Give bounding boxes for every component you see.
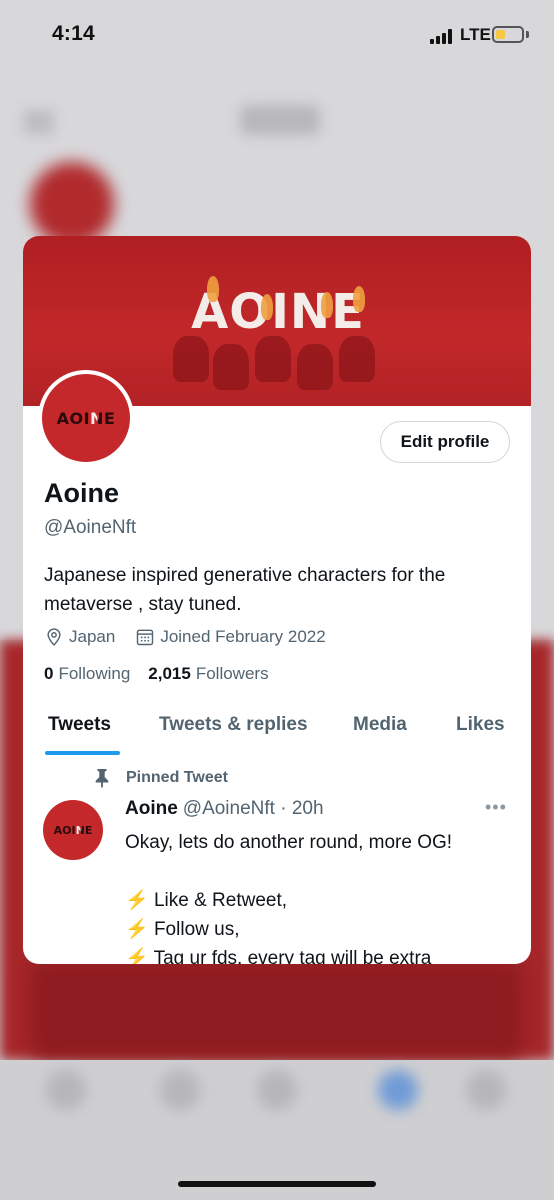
tweet-line: ⚡ Like & Retweet, xyxy=(125,886,515,915)
tweet-text[interactable]: Okay, lets do another round, more OG! ⚡ … xyxy=(125,828,515,964)
background-back-arrow xyxy=(24,110,54,134)
tweet-author-name[interactable]: Aoine xyxy=(125,798,178,820)
flame-icon xyxy=(261,294,273,320)
pinned-tweet-label: Pinned Tweet xyxy=(93,768,228,788)
battery-cap xyxy=(526,31,529,38)
profile-handle: @AoineNft xyxy=(44,517,137,538)
location-item: Japan xyxy=(44,627,115,647)
following-label: Following xyxy=(58,664,131,683)
signal-icon xyxy=(430,28,456,44)
active-tab-indicator xyxy=(45,751,120,755)
tab-media[interactable]: Media xyxy=(353,714,407,736)
location-text: Japan xyxy=(69,627,116,646)
battery-icon xyxy=(492,26,524,43)
background-tab-icon xyxy=(46,1070,86,1110)
following-link[interactable]: 0 Following xyxy=(44,664,130,684)
background-tab-icon xyxy=(257,1070,297,1110)
followers-label: Followers xyxy=(195,664,269,683)
profile-tabs: Tweets Tweets & replies Media Likes xyxy=(23,706,531,755)
following-count: 0 xyxy=(44,664,54,683)
avatar-image: AOINE xyxy=(42,374,130,462)
banner-character-silhouette xyxy=(173,336,209,382)
display-name: Aoine xyxy=(44,478,120,508)
pinned-text: Pinned Tweet xyxy=(126,769,228,786)
background-tab-icon xyxy=(466,1070,506,1110)
banner-character-silhouette xyxy=(255,336,291,382)
calendar-icon xyxy=(137,629,154,646)
flame-icon xyxy=(353,286,365,312)
lightning-icon: ⚡ xyxy=(125,890,149,911)
tweet-line-text: Follow us, xyxy=(153,919,240,940)
edit-profile-button[interactable]: Edit profile xyxy=(380,421,510,463)
background-tab-icon xyxy=(160,1070,200,1110)
tweet-author-meta: @AoineNft · 20h xyxy=(182,798,324,819)
profile-bio: Japanese inspired generative characters … xyxy=(44,565,446,615)
banner-character-silhouette xyxy=(339,336,375,382)
profile-meta: Japan Joined February 2022 xyxy=(44,625,346,649)
tweet-avatar[interactable]: AOINE xyxy=(43,800,103,860)
background-tab-icon xyxy=(378,1070,418,1110)
joined-item: Joined February 2022 xyxy=(135,627,326,647)
tweet-line: ⚡ Follow us, xyxy=(125,915,515,944)
pin-icon xyxy=(95,769,109,788)
profile-preview-card[interactable]: AOINE AOINE Edit profile Aoine @AoineNft… xyxy=(23,236,531,964)
location-pin-icon xyxy=(47,628,61,646)
tweet-line: Okay, lets do another round, more OG! xyxy=(125,832,453,853)
joined-text: Joined February 2022 xyxy=(160,627,326,646)
tweet-line: ⚡ Tag ur fds, every tag will be extra xyxy=(125,944,515,964)
home-indicator[interactable] xyxy=(178,1181,376,1187)
followers-link[interactable]: 2,015 Followers xyxy=(148,664,268,684)
status-bar: 4:14 LTE xyxy=(0,0,554,72)
background-red-inner xyxy=(30,960,524,1060)
flame-icon xyxy=(321,292,333,318)
tab-tweets[interactable]: Tweets xyxy=(48,714,111,736)
status-time: 4:14 xyxy=(52,22,95,45)
more-options-icon[interactable]: ••• xyxy=(485,797,507,818)
tab-likes[interactable]: Likes xyxy=(456,714,505,736)
flame-icon xyxy=(207,276,219,302)
network-type: LTE xyxy=(460,25,491,44)
avatar-logo: AOINE xyxy=(56,408,116,428)
profile-avatar[interactable]: AOINE xyxy=(38,370,134,466)
lightning-icon: ⚡ xyxy=(125,948,149,964)
banner-character-silhouette xyxy=(297,344,333,390)
tweet-line-text: Like & Retweet, xyxy=(153,890,288,911)
followers-count: 2,015 xyxy=(148,664,191,683)
tweet-header: Aoine @AoineNft · 20h xyxy=(125,798,324,820)
tab-tweets-replies[interactable]: Tweets & replies xyxy=(159,714,308,736)
banner-character-silhouette xyxy=(213,344,249,390)
background-title xyxy=(240,105,320,135)
lightning-icon: ⚡ xyxy=(125,919,149,940)
tweet-avatar-logo: AOINE xyxy=(53,823,93,837)
follow-stats: 0 Following 2,015 Followers xyxy=(44,664,287,684)
tweet-line-text: Tag ur fds, every tag will be extra xyxy=(153,948,432,964)
background-avatar xyxy=(30,162,114,246)
